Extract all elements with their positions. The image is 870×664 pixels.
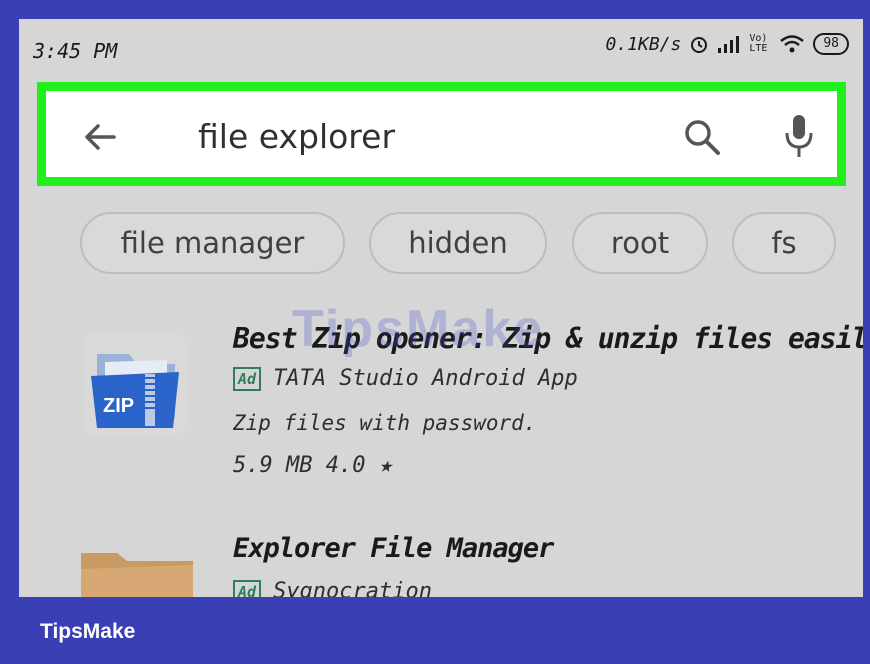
ad-badge: Ad <box>233 579 262 597</box>
ad-badge: Ad <box>233 366 262 391</box>
app-meta: 5.9 MB 4.0 ★ <box>233 453 392 478</box>
ad-line: Ad Sygnocration <box>233 579 432 597</box>
battery-indicator: 98 <box>813 33 849 55</box>
app-description: Zip files with password. <box>233 411 537 435</box>
app-title[interactable]: Explorer File Manager <box>233 533 554 564</box>
search-icon[interactable] <box>682 117 722 157</box>
chip-file-manager[interactable]: file manager <box>80 212 345 274</box>
back-arrow-icon[interactable] <box>80 117 120 157</box>
developer-name: Sygnocration <box>273 579 433 597</box>
signal-icon <box>718 36 740 53</box>
zip-folder-icon: ZIP <box>91 354 179 428</box>
chip-root[interactable]: root <box>572 212 708 274</box>
search-input[interactable]: file explorer <box>198 117 395 156</box>
wifi-icon <box>780 35 805 53</box>
developer-name: TATA Studio Android App <box>273 366 578 391</box>
mic-icon[interactable] <box>784 113 814 159</box>
search-bar[interactable]: file explorer <box>37 82 846 186</box>
alarm-icon <box>691 37 708 53</box>
watermark: TipsMake <box>292 300 545 358</box>
app-icon[interactable]: ZIP <box>83 332 187 436</box>
status-bar: 3:45 PM 0.1KB/s Vo) LTE 98 <box>19 19 863 79</box>
status-icons: 0.1KB/s Vo) LTE 98 <box>605 33 849 55</box>
chip-hidden[interactable]: hidden <box>369 212 547 274</box>
zip-icon-label: ZIP <box>103 395 134 417</box>
ad-line: Ad TATA Studio Android App <box>233 366 578 391</box>
chip-fs[interactable]: fs <box>732 212 836 274</box>
phone-screen: 3:45 PM 0.1KB/s Vo) LTE 98 file explorer… <box>19 19 863 597</box>
volte-icon: Vo) LTE <box>749 33 768 54</box>
status-time: 3:45 PM <box>33 39 118 63</box>
network-speed: 0.1KB/s <box>605 33 682 55</box>
footer-brand: TipsMake <box>40 620 136 643</box>
folder-icon[interactable] <box>77 543 197 597</box>
